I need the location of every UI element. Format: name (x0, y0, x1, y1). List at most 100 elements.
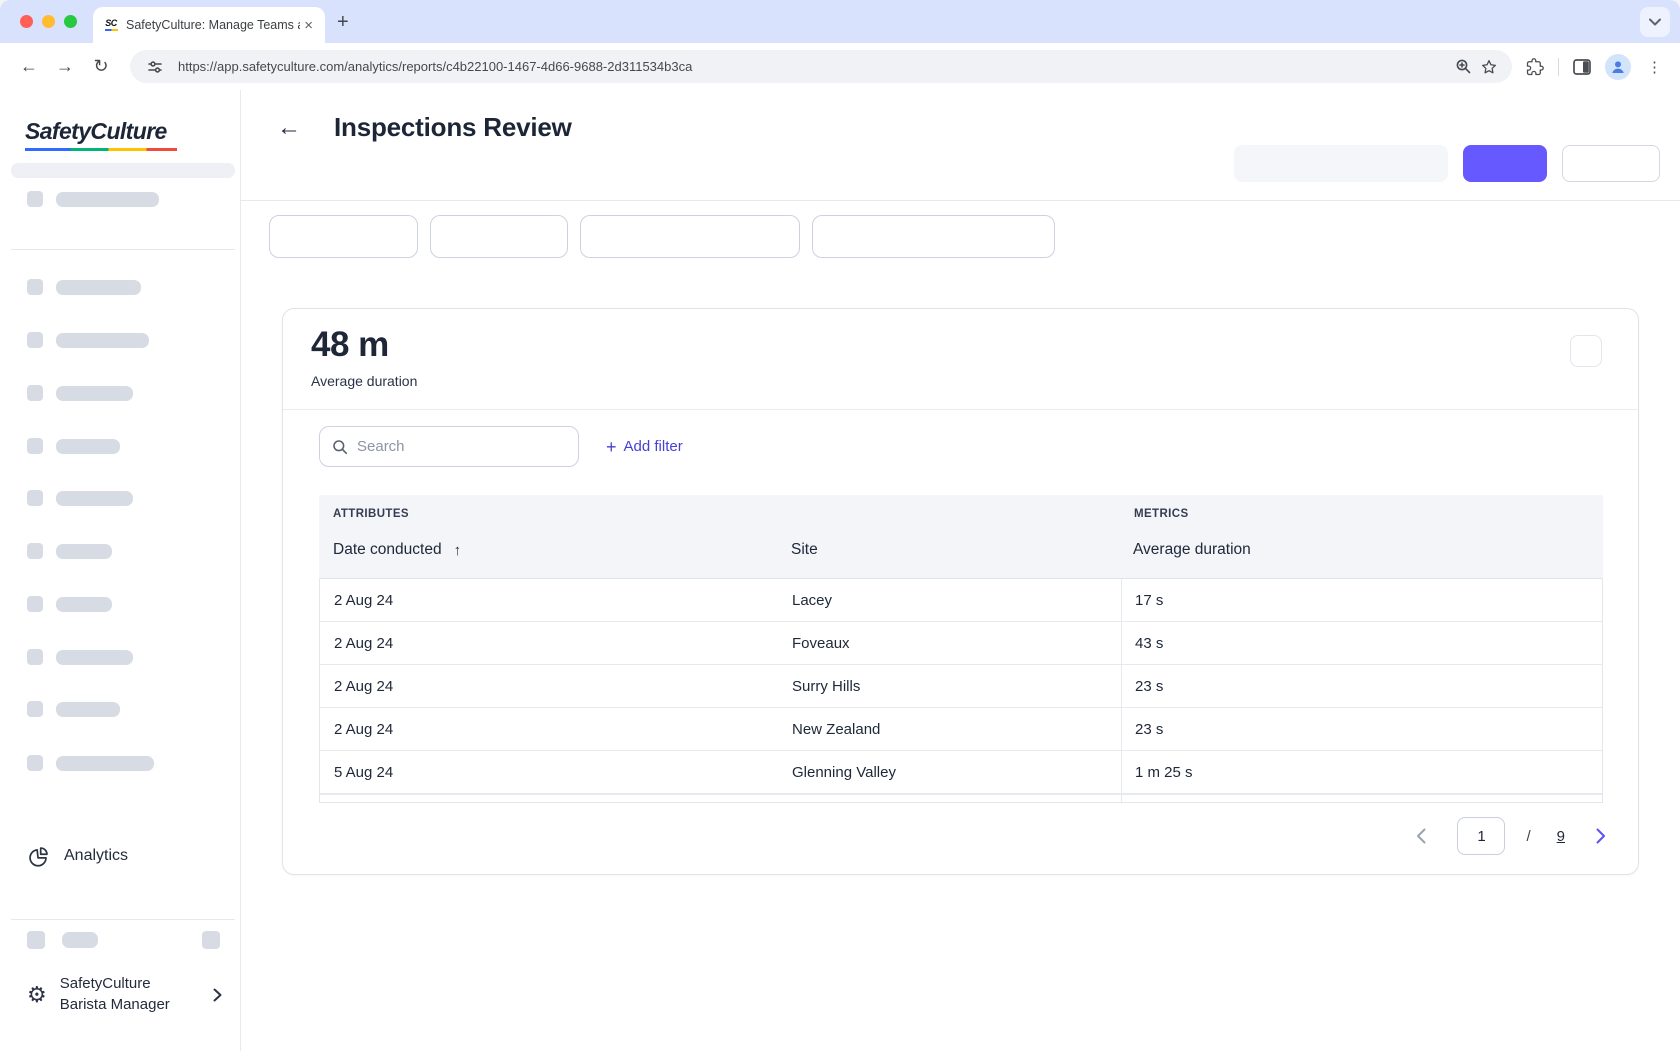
stat-label: Average duration (311, 373, 417, 389)
current-page-input[interactable]: 1 (1457, 817, 1505, 855)
filter-chip-3[interactable] (580, 215, 800, 258)
safetyculture-logo[interactable]: SafetyCulture (25, 118, 177, 151)
metrics-column-divider (1121, 579, 1122, 802)
next-page-icon[interactable] (1591, 826, 1611, 846)
card-toolbar: + Add filter (319, 426, 683, 467)
cell-date: 2 Aug 24 (320, 678, 792, 695)
org-switcher[interactable]: ⚙ SafetyCulture Barista Manager (0, 974, 240, 1015)
total-pages-link[interactable]: 9 (1557, 828, 1565, 845)
new-tab-button[interactable]: + (337, 12, 349, 32)
close-tab-icon[interactable]: × (300, 17, 317, 34)
minimize-window-button[interactable] (42, 15, 55, 28)
browser-toolbar: ← → ↻ https://app.safetyculture.com/anal… (0, 43, 1680, 90)
toolbar-separator (1558, 58, 1559, 76)
card-divider (283, 409, 1638, 410)
analytics-label: Analytics (64, 847, 128, 865)
side-panel-icon[interactable] (1569, 54, 1595, 80)
group-header-attributes: ATTRIBUTES (333, 508, 409, 520)
browser-tab[interactable]: SC SafetyCulture: Manage Teams and... × (93, 7, 325, 43)
skeleton-icon (27, 385, 43, 401)
zoom-page-icon[interactable] (1450, 54, 1476, 80)
bookmark-star-icon[interactable] (1476, 54, 1502, 80)
skeleton-bar (56, 192, 159, 207)
close-window-button[interactable] (20, 15, 33, 28)
search-box[interactable] (319, 426, 579, 467)
brand-wordmark: SafetyCulture (25, 118, 177, 145)
filter-chip-1[interactable] (269, 215, 418, 258)
sidebar-item-analytics[interactable]: Analytics (0, 833, 240, 879)
toolbar-right: ⋮ (1522, 54, 1668, 80)
zoom-window-button[interactable] (64, 15, 77, 28)
url-bar[interactable]: https://app.safetyculture.com/analytics/… (130, 50, 1512, 83)
pagination: 1 / 9 (1411, 817, 1611, 855)
sidebar-divider (11, 249, 235, 250)
table-header: ATTRIBUTES METRICS Date conducted ↑ Site… (319, 495, 1603, 578)
cell-site: Glenning Valley (792, 764, 1121, 781)
sidebar-divider (11, 919, 235, 920)
stat-value: 48 m (311, 325, 389, 365)
analytics-pie-icon (27, 845, 50, 868)
brand-underline (25, 148, 177, 151)
cell-duration: 1 m 25 s (1121, 764, 1602, 781)
forward-icon[interactable]: → (50, 52, 80, 82)
card-options-button[interactable] (1570, 335, 1602, 367)
table-row-clipped (320, 794, 1602, 802)
skeleton-bar (56, 280, 141, 295)
filter-chip-4[interactable] (812, 215, 1055, 258)
column-header-date-conducted[interactable]: Date conducted ↑ (333, 541, 461, 559)
skeleton-bar (56, 544, 112, 559)
browser-window: SC SafetyCulture: Manage Teams and... × … (0, 0, 1680, 1051)
cell-date: 2 Aug 24 (320, 592, 792, 609)
table-row[interactable]: 2 Aug 24 New Zealand 23 s (320, 708, 1602, 751)
skeleton-bar (11, 163, 235, 178)
sidebar: SafetyCulture (0, 90, 241, 1051)
main-content: ← Inspections Review 48 m Average durati… (241, 90, 1680, 1051)
primary-action-button[interactable] (1463, 145, 1547, 182)
skeleton-bar (56, 333, 149, 348)
skeleton-bar (56, 386, 133, 401)
column-header-site[interactable]: Site (791, 541, 818, 559)
filter-chip-2[interactable] (430, 215, 568, 258)
back-button[interactable]: ← (277, 116, 301, 140)
add-filter-button[interactable]: + Add filter (606, 438, 683, 456)
table-row[interactable]: 5 Aug 24 Glenning Valley 1 m 25 s (320, 751, 1602, 794)
cell-site: Lacey (792, 592, 1121, 609)
app-area: SafetyCulture (0, 90, 1680, 1051)
previous-page-icon[interactable] (1411, 826, 1431, 846)
org-name: SafetyCulture Barista Manager (60, 974, 213, 1015)
skeleton-bar (56, 597, 112, 612)
secondary-action-button[interactable] (1562, 145, 1660, 182)
cell-site: Foveaux (792, 635, 1121, 652)
column-header-average-duration[interactable]: Average duration (1133, 541, 1251, 559)
tab-strip: SC SafetyCulture: Manage Teams and... × … (0, 0, 1680, 43)
sort-ascending-icon[interactable]: ↑ (454, 542, 462, 559)
skeleton-bar (56, 702, 120, 717)
page-header: ← Inspections Review (241, 90, 1680, 201)
skeleton-icon (27, 701, 43, 717)
extensions-puzzle-icon[interactable] (1522, 54, 1548, 80)
back-icon[interactable]: ← (14, 52, 44, 82)
chevron-down-icon[interactable] (1640, 7, 1670, 37)
table-row[interactable]: 2 Aug 24 Lacey 17 s (320, 579, 1602, 622)
cell-date: 5 Aug 24 (320, 764, 792, 781)
skeleton-bar (56, 756, 154, 771)
search-input[interactable] (357, 438, 566, 455)
skeleton-icon (27, 649, 43, 665)
table-row[interactable]: 2 Aug 24 Surry Hills 23 s (320, 665, 1602, 708)
url-text[interactable]: https://app.safetyculture.com/analytics/… (178, 59, 1450, 74)
reload-icon[interactable]: ↻ (86, 52, 116, 82)
plus-icon: + (606, 438, 617, 456)
cell-duration: 23 s (1121, 678, 1602, 695)
search-icon (332, 439, 348, 455)
skeleton-icon (27, 332, 43, 348)
browser-menu-icon[interactable]: ⋮ (1641, 58, 1668, 76)
page-title: Inspections Review (334, 112, 572, 143)
profile-avatar[interactable] (1605, 54, 1631, 80)
site-settings-icon[interactable] (142, 54, 168, 80)
filter-chips-row (241, 201, 1680, 258)
cell-site: Surry Hills (792, 678, 1121, 695)
table-row[interactable]: 2 Aug 24 Foveaux 43 s (320, 622, 1602, 665)
skeleton-icon (27, 438, 43, 454)
gear-icon: ⚙ (27, 984, 47, 1006)
cell-site: New Zealand (792, 721, 1121, 738)
